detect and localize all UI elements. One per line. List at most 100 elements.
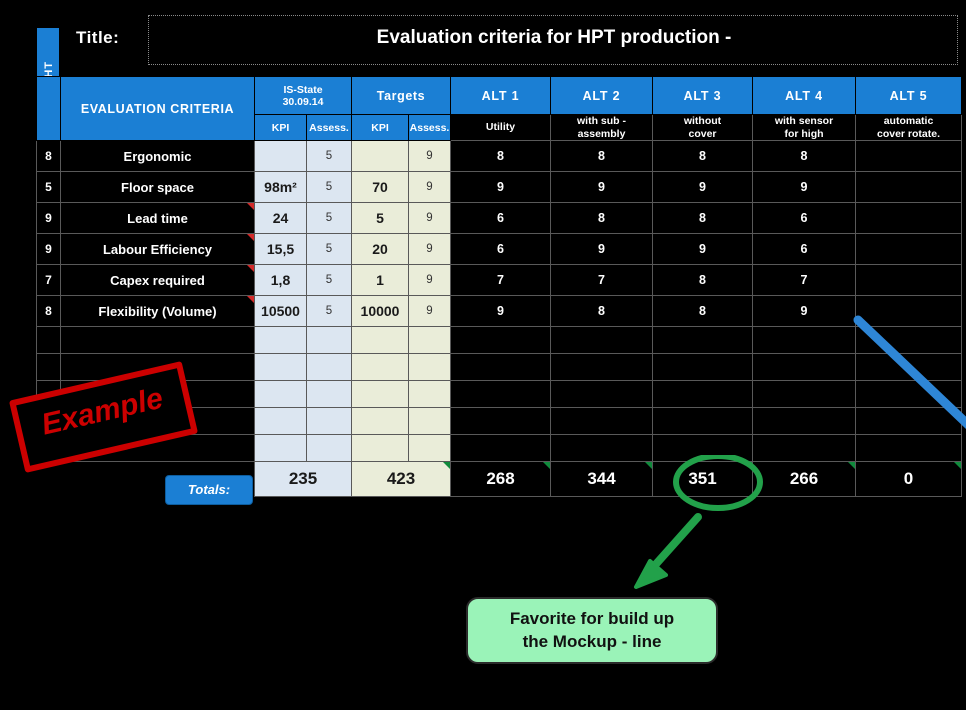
row-alt-4-score[interactable] [752,353,856,381]
row-alt-5-score[interactable] [855,353,962,381]
row-is-state-assess[interactable] [306,434,352,462]
row-alt-1-score[interactable] [450,407,551,435]
row-alt-5-score[interactable] [855,264,962,296]
row-alt-2-score[interactable]: 8 [550,295,653,327]
row-target-kpi[interactable]: 5 [351,202,409,234]
row-alt-2-score[interactable]: 7 [550,264,653,296]
row-alt-5-score[interactable] [855,380,962,408]
row-alt-5-score[interactable] [855,233,962,265]
row-is-state-kpi[interactable] [254,140,307,172]
row-alt-4-score[interactable]: 6 [752,202,856,234]
totals-alt-2[interactable]: 344 [550,461,653,497]
totals-targets[interactable]: 423 [351,461,451,497]
totals-alt-4[interactable]: 266 [752,461,856,497]
row-weight[interactable]: 7 [36,264,61,296]
row-alt-3-score[interactable]: 8 [652,202,753,234]
row-alt-4-score[interactable]: 9 [752,295,856,327]
row-target-assess[interactable]: 9 [408,202,451,234]
row-target-kpi[interactable] [351,140,409,172]
row-is-state-kpi[interactable]: 10500 [254,295,307,327]
row-alt-3-score[interactable] [652,434,753,462]
row-is-state-assess[interactable]: 5 [306,264,352,296]
row-alt-1-score[interactable]: 7 [450,264,551,296]
row-is-state-kpi[interactable] [254,407,307,435]
row-target-assess[interactable]: 9 [408,233,451,265]
row-alt-5-score[interactable] [855,140,962,172]
row-alt-2-score[interactable]: 8 [550,202,653,234]
row-target-kpi[interactable] [351,407,409,435]
row-target-assess[interactable] [408,380,451,408]
row-target-kpi[interactable] [351,353,409,381]
row-target-kpi[interactable] [351,434,409,462]
row-alt-3-score[interactable] [652,380,753,408]
row-alt-2-score[interactable] [550,407,653,435]
row-target-assess[interactable]: 9 [408,295,451,327]
row-alt-3-score[interactable]: 9 [652,233,753,265]
row-weight[interactable]: 9 [36,202,61,234]
row-target-kpi[interactable]: 20 [351,233,409,265]
row-is-state-assess[interactable]: 5 [306,140,352,172]
totals-is-state[interactable]: 235 [254,461,352,497]
row-alt-3-score[interactable] [652,407,753,435]
row-alt-3-score[interactable] [652,353,753,381]
row-alt-5-score[interactable] [855,202,962,234]
row-alt-4-score[interactable]: 6 [752,233,856,265]
row-alt-5-score[interactable] [855,326,962,354]
row-weight[interactable]: 8 [36,295,61,327]
row-criteria-name[interactable]: Labour Efficiency [60,233,255,265]
totals-alt-3[interactable]: 351 [652,461,753,497]
row-target-assess[interactable] [408,353,451,381]
row-alt-4-score[interactable] [752,407,856,435]
row-weight[interactable]: 5 [36,171,61,203]
row-alt-2-score[interactable]: 9 [550,171,653,203]
row-is-state-kpi[interactable] [254,380,307,408]
row-alt-2-score[interactable] [550,434,653,462]
row-is-state-assess[interactable] [306,407,352,435]
row-target-assess[interactable]: 9 [408,171,451,203]
totals-alt-1[interactable]: 268 [450,461,551,497]
row-target-assess[interactable] [408,407,451,435]
row-alt-1-score[interactable] [450,326,551,354]
row-weight[interactable] [36,353,61,381]
row-criteria-name[interactable]: Lead time [60,202,255,234]
row-alt-1-score[interactable]: 8 [450,140,551,172]
row-target-kpi[interactable]: 10000 [351,295,409,327]
row-target-kpi[interactable] [351,380,409,408]
row-target-assess[interactable]: 9 [408,140,451,172]
row-alt-3-score[interactable]: 8 [652,264,753,296]
row-alt-2-score[interactable]: 8 [550,140,653,172]
row-target-assess[interactable] [408,326,451,354]
row-target-kpi[interactable] [351,326,409,354]
row-criteria-name[interactable]: Flexibility (Volume) [60,295,255,327]
row-alt-3-score[interactable] [652,326,753,354]
row-alt-5-score[interactable] [855,171,962,203]
row-alt-1-score[interactable]: 6 [450,233,551,265]
row-is-state-assess[interactable] [306,326,352,354]
row-criteria-name[interactable] [60,326,255,354]
row-is-state-assess[interactable]: 5 [306,233,352,265]
row-alt-4-score[interactable] [752,380,856,408]
row-is-state-assess[interactable]: 5 [306,171,352,203]
row-alt-4-score[interactable] [752,326,856,354]
row-alt-1-score[interactable]: 9 [450,171,551,203]
row-alt-1-score[interactable] [450,380,551,408]
row-alt-2-score[interactable] [550,380,653,408]
totals-alt-5[interactable]: 0 [855,461,962,497]
row-weight[interactable] [36,326,61,354]
row-is-state-kpi[interactable]: 15,5 [254,233,307,265]
row-alt-3-score[interactable]: 9 [652,171,753,203]
row-criteria-name[interactable]: Ergonomic [60,140,255,172]
row-alt-4-score[interactable]: 8 [752,140,856,172]
row-alt-3-score[interactable]: 8 [652,140,753,172]
row-is-state-kpi[interactable] [254,434,307,462]
row-alt-4-score[interactable]: 9 [752,171,856,203]
row-is-state-kpi[interactable]: 24 [254,202,307,234]
row-is-state-assess[interactable] [306,353,352,381]
row-criteria-name[interactable]: Floor space [60,171,255,203]
row-alt-4-score[interactable] [752,434,856,462]
row-is-state-kpi[interactable] [254,326,307,354]
row-target-assess[interactable] [408,434,451,462]
row-alt-5-score[interactable] [855,407,962,435]
row-alt-5-score[interactable] [855,434,962,462]
row-alt-2-score[interactable] [550,326,653,354]
